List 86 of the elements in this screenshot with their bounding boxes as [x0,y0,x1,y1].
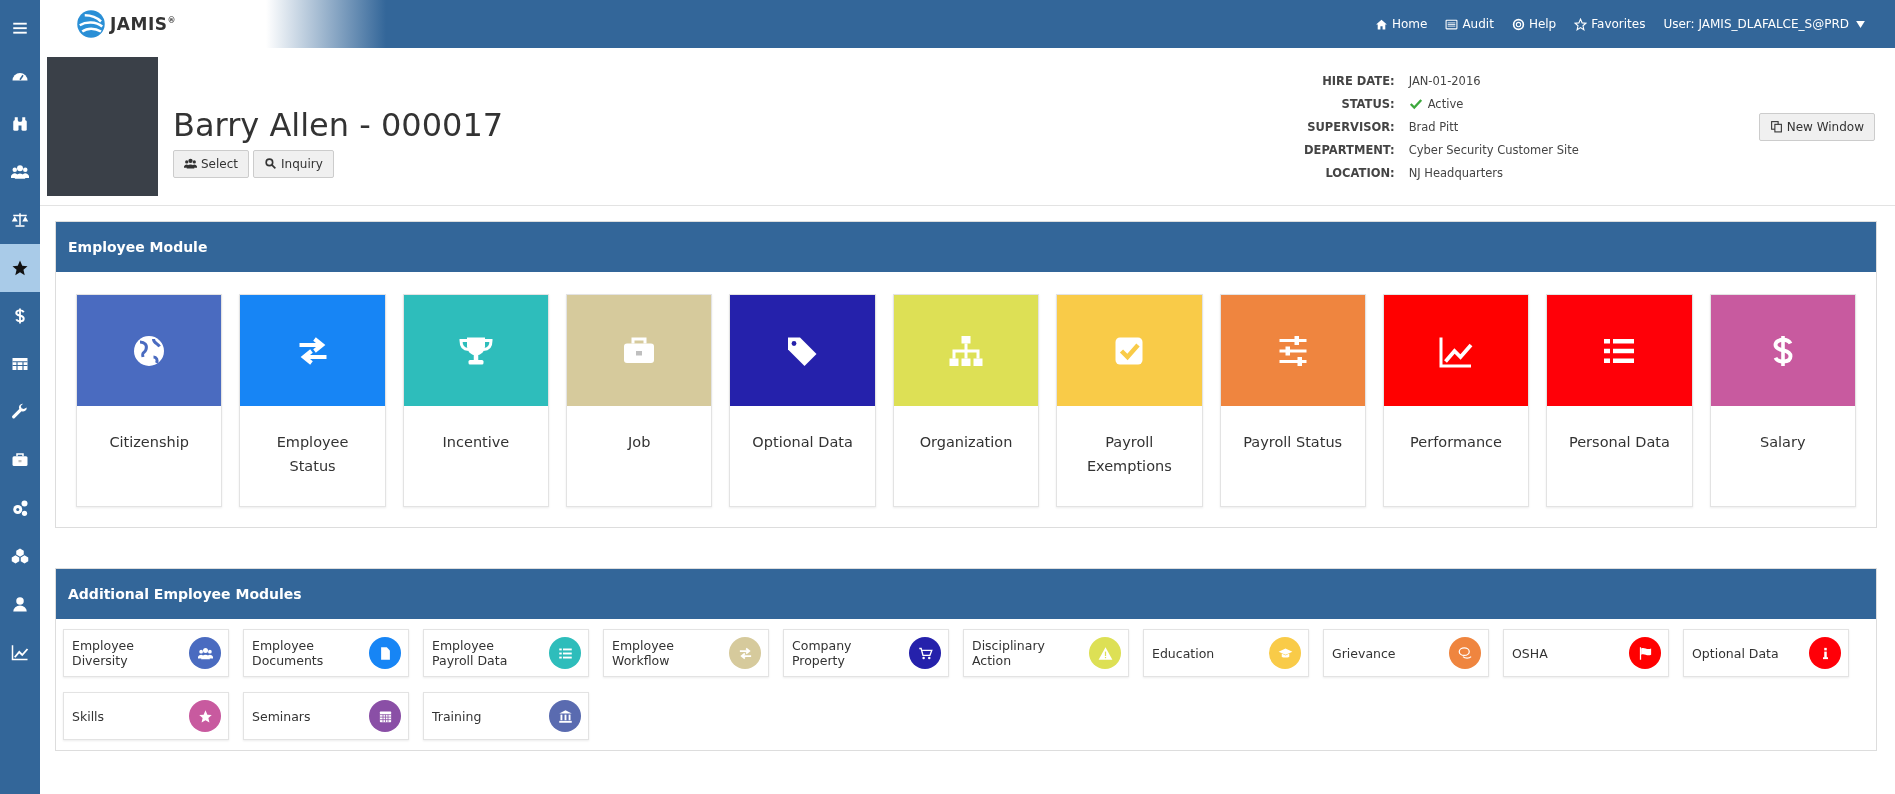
module-link[interactable]: Company Property [783,629,949,677]
tile-label: Job [628,433,651,452]
module-tile[interactable]: Performance [1382,294,1530,507]
module-link[interactable]: Training [423,692,589,740]
module-link[interactable]: Employee Documents [243,629,409,677]
tile-label: Performance [1410,433,1502,452]
logo-text: JAMIS$^{®}$ [110,14,176,34]
detail-value: NJ Headquarters [1408,165,1504,180]
cubes-icon [11,547,29,565]
tile-label: Personal Data [1568,433,1670,452]
tile-label: Employee Status [275,433,350,476]
module-tile[interactable]: Organization [892,294,1040,507]
module-link[interactable]: Skills [63,692,229,740]
detail-label: LOCATION: [1324,165,1396,180]
action-button[interactable]: Select [173,149,250,178]
module-tile[interactable]: Optional Data [729,294,876,507]
binoculars-icon [11,115,29,133]
warning-icon [1097,645,1113,661]
chart-icon [11,643,29,661]
users-icon [184,157,197,170]
star-icon [1574,17,1588,31]
module-link[interactable]: Disciplinary Action [963,629,1129,677]
detail-value: Brad Pitt [1408,119,1459,134]
lifebuoy-icon [1511,17,1525,31]
module-link[interactable]: Employee Workflow [603,629,769,677]
detail-value: JAN-01-2016 [1408,73,1481,88]
module-link[interactable]: Education [1143,629,1309,677]
tile-label: Optional Data [752,433,853,452]
module-link[interactable]: Optional Data [1683,629,1849,677]
user-icon [11,595,29,613]
new-window-button[interactable]: New Window [1758,112,1875,141]
home-icon [1374,17,1388,31]
detail-label: HIRE DATE: [1321,73,1396,88]
detail-label: DEPARTMENT: [1303,142,1396,157]
module-tile[interactable]: Personal Data [1546,294,1693,507]
module-link[interactable]: Employee Diversity [63,629,229,677]
module-link[interactable]: Seminars [243,692,409,740]
check-icon [1408,96,1423,111]
wrench-icon [11,403,29,421]
users-icon [11,163,29,181]
cart-icon [917,645,933,661]
panel-title: Employee Module [68,239,208,255]
logo-icon [76,9,106,39]
briefcase-icon [11,451,29,469]
top-link[interactable]: Help [1511,17,1557,31]
employee-name: Barry Allen - 000017 [173,105,504,144]
table-icon [11,355,29,373]
tile-label: Payroll Status [1243,433,1343,452]
module-tile[interactable]: Salary [1709,294,1856,507]
module-tile[interactable]: Payroll Status [1219,294,1366,507]
detail-label: SUPERVISOR: [1306,119,1396,134]
detail-value: Active [1427,96,1464,111]
module-tile[interactable]: Incentive [402,294,550,507]
flag-icon [1637,645,1653,661]
top-link[interactable]: Home [1374,17,1428,31]
action-button[interactable]: Inquiry [253,149,334,178]
copy-icon [1769,120,1783,133]
caret-icon [1856,20,1865,28]
scales-icon [11,211,29,229]
star-icon [11,259,29,277]
tile-label: Payroll Exemptions [1085,433,1173,476]
tile-label: Organization [919,433,1013,452]
list-icon [1445,17,1459,31]
detail-value: Cyber Security Customer Site [1408,142,1579,157]
star-icon [197,708,213,724]
module-tile[interactable]: Employee Status [239,294,386,507]
module-tile[interactable]: Citizenship [76,294,223,507]
panel-title: Additional Employee Modules [68,586,302,602]
top-link[interactable]: User: JAMIS_DLAFALCE_S@PRD [1663,17,1865,31]
tile-label: Salary [1760,433,1806,452]
search-icon [264,157,278,170]
detail-label: STATUS: [1340,96,1396,111]
module-link[interactable]: Grievance [1323,629,1489,677]
bank-icon [557,708,573,724]
top-link[interactable]: Audit [1445,17,1494,31]
users-icon [197,645,213,661]
module-tile[interactable]: Job [566,294,713,507]
module-link[interactable]: Employee Payroll Data [423,629,589,677]
tile-label: Incentive [442,433,510,452]
tile-label: Citizenship [109,433,189,452]
chat-icon [1457,645,1473,661]
sidebar-item[interactable] [0,244,40,292]
module-tile[interactable]: Payroll Exemptions [1056,294,1203,507]
top-link[interactable]: Favorites [1574,17,1646,31]
module-link[interactable]: OSHA [1503,629,1669,677]
arrows-icon [737,645,753,661]
